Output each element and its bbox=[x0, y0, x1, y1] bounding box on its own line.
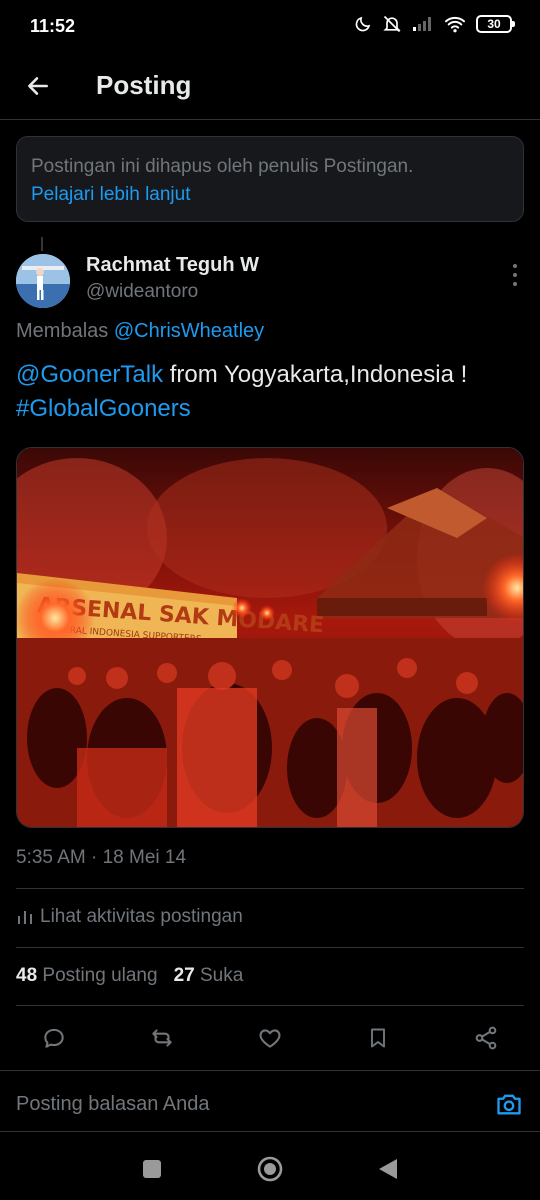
post-text: @GoonerTalk from Yogyakarta,Indonesia ! … bbox=[16, 358, 526, 426]
triangle-back-icon bbox=[379, 1159, 397, 1179]
bookmark-icon bbox=[371, 1028, 385, 1048]
share-icon bbox=[475, 1026, 497, 1050]
recents-button[interactable] bbox=[139, 1156, 165, 1182]
likes-stat[interactable]: 27 Suka bbox=[174, 965, 244, 987]
author-name[interactable]: Rachmat Teguh W bbox=[86, 254, 259, 277]
divider bbox=[16, 888, 524, 889]
silent-bell-icon bbox=[382, 14, 402, 34]
reply-button[interactable] bbox=[38, 1022, 70, 1054]
thread-connector bbox=[41, 237, 43, 251]
share-button[interactable] bbox=[470, 1022, 502, 1054]
home-button[interactable] bbox=[257, 1156, 283, 1182]
bookmark-button[interactable] bbox=[362, 1022, 394, 1054]
camera-button[interactable] bbox=[494, 1089, 524, 1119]
learn-more-link[interactable]: Pelajari lebih lanjut bbox=[31, 181, 509, 209]
like-button[interactable] bbox=[254, 1022, 286, 1054]
battery-icon: 30 bbox=[476, 15, 515, 33]
post-stats: 48 Posting ulang 27 Suka bbox=[16, 965, 243, 987]
system-navigation-bar bbox=[0, 1136, 540, 1200]
heart-icon bbox=[259, 1029, 281, 1048]
reply-input[interactable]: Posting balasan Anda bbox=[16, 1093, 210, 1116]
post-body-text: from Yogyakarta,Indonesia ! bbox=[163, 361, 468, 388]
analytics-label: Lihat aktivitas postingan bbox=[40, 906, 243, 927]
reposts-stat[interactable]: 48 Posting ulang bbox=[16, 965, 158, 987]
post-image[interactable]: ARSENAL SAK MODARE GERAL INDONESIA SUPPO… bbox=[16, 447, 524, 828]
reply-mention-link[interactable]: @ChrisWheatley bbox=[114, 320, 264, 342]
replying-to: Membalas @ChrisWheatley bbox=[16, 320, 264, 343]
deleted-notice-text: Postingan ini dihapus oleh penulis Posti… bbox=[31, 156, 414, 177]
post-timestamp: 5:35 AM · 18 Mei 14 bbox=[16, 847, 187, 868]
reposts-label: Posting ulang bbox=[42, 965, 158, 986]
comment-icon bbox=[44, 1028, 64, 1048]
more-options-button[interactable] bbox=[508, 264, 522, 286]
status-icons: 30 bbox=[354, 14, 515, 34]
reply-prefix: Membalas bbox=[16, 320, 109, 342]
moon-icon bbox=[354, 15, 372, 33]
view-post-activity-link[interactable]: Lihat aktivitas postingan bbox=[16, 906, 243, 928]
likes-label: Suka bbox=[200, 965, 244, 986]
post-actions bbox=[0, 1018, 540, 1058]
repost-button[interactable] bbox=[146, 1022, 178, 1054]
status-time: 11:52 bbox=[30, 16, 76, 36]
page-title: Posting bbox=[96, 70, 192, 100]
back-button[interactable] bbox=[20, 68, 56, 104]
wifi-icon bbox=[444, 15, 466, 33]
top-app-bar: Posting bbox=[0, 56, 540, 120]
arrow-left-icon bbox=[28, 77, 48, 95]
divider bbox=[16, 1005, 524, 1006]
deleted-post-notice: Postingan ini dihapus oleh penulis Posti… bbox=[16, 136, 524, 222]
mention-link[interactable]: @GoonerTalk bbox=[16, 361, 163, 388]
signal-icon bbox=[412, 16, 434, 32]
avatar[interactable] bbox=[16, 254, 70, 308]
bar-chart-icon bbox=[18, 911, 32, 924]
home-circle-icon bbox=[257, 1156, 283, 1182]
author-handle[interactable]: @wideantoro bbox=[86, 281, 198, 303]
divider bbox=[16, 947, 524, 948]
more-vertical-icon bbox=[513, 264, 517, 268]
back-nav-button[interactable] bbox=[375, 1156, 401, 1182]
likes-count: 27 bbox=[173, 965, 195, 986]
camera-icon bbox=[497, 1094, 521, 1115]
reposts-count: 48 bbox=[16, 965, 38, 986]
repost-icon bbox=[152, 1029, 172, 1047]
hashtag-link[interactable]: #GlobalGooners bbox=[16, 395, 191, 422]
status-bar: 11:52 30 bbox=[0, 0, 540, 56]
square-icon bbox=[143, 1160, 161, 1178]
reply-composer: Posting balasan Anda bbox=[0, 1070, 540, 1132]
